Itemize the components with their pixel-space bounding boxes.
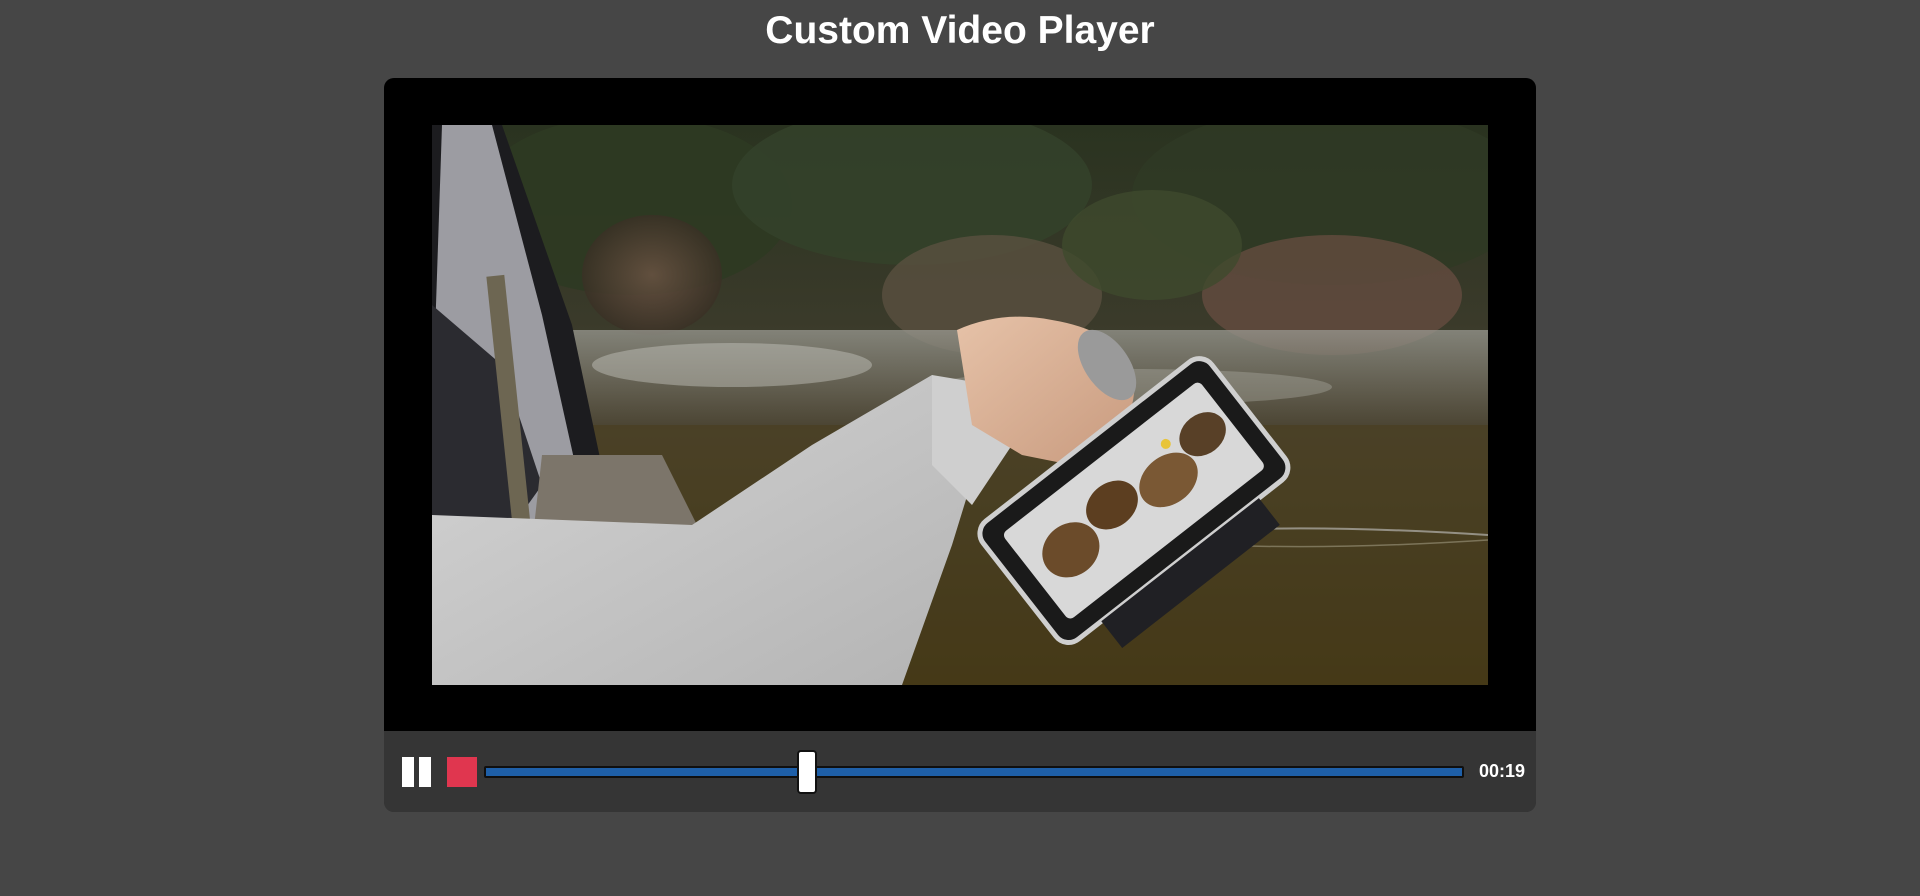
progress-track[interactable] bbox=[484, 766, 1464, 778]
page-title: Custom Video Player bbox=[765, 9, 1155, 52]
controls-bar: 00:19 bbox=[384, 731, 1536, 812]
progress-thumb[interactable] bbox=[797, 750, 818, 794]
progress-slider[interactable] bbox=[484, 750, 1464, 794]
video-frame[interactable] bbox=[432, 125, 1488, 685]
video-still bbox=[432, 125, 1488, 685]
video-area[interactable] bbox=[384, 78, 1536, 731]
video-player: 00:19 bbox=[384, 78, 1536, 812]
pause-icon bbox=[402, 757, 414, 787]
stop-button[interactable] bbox=[447, 757, 477, 787]
time-display: 00:19 bbox=[1478, 761, 1526, 781]
pause-icon bbox=[419, 757, 431, 787]
pause-button[interactable] bbox=[402, 757, 434, 787]
